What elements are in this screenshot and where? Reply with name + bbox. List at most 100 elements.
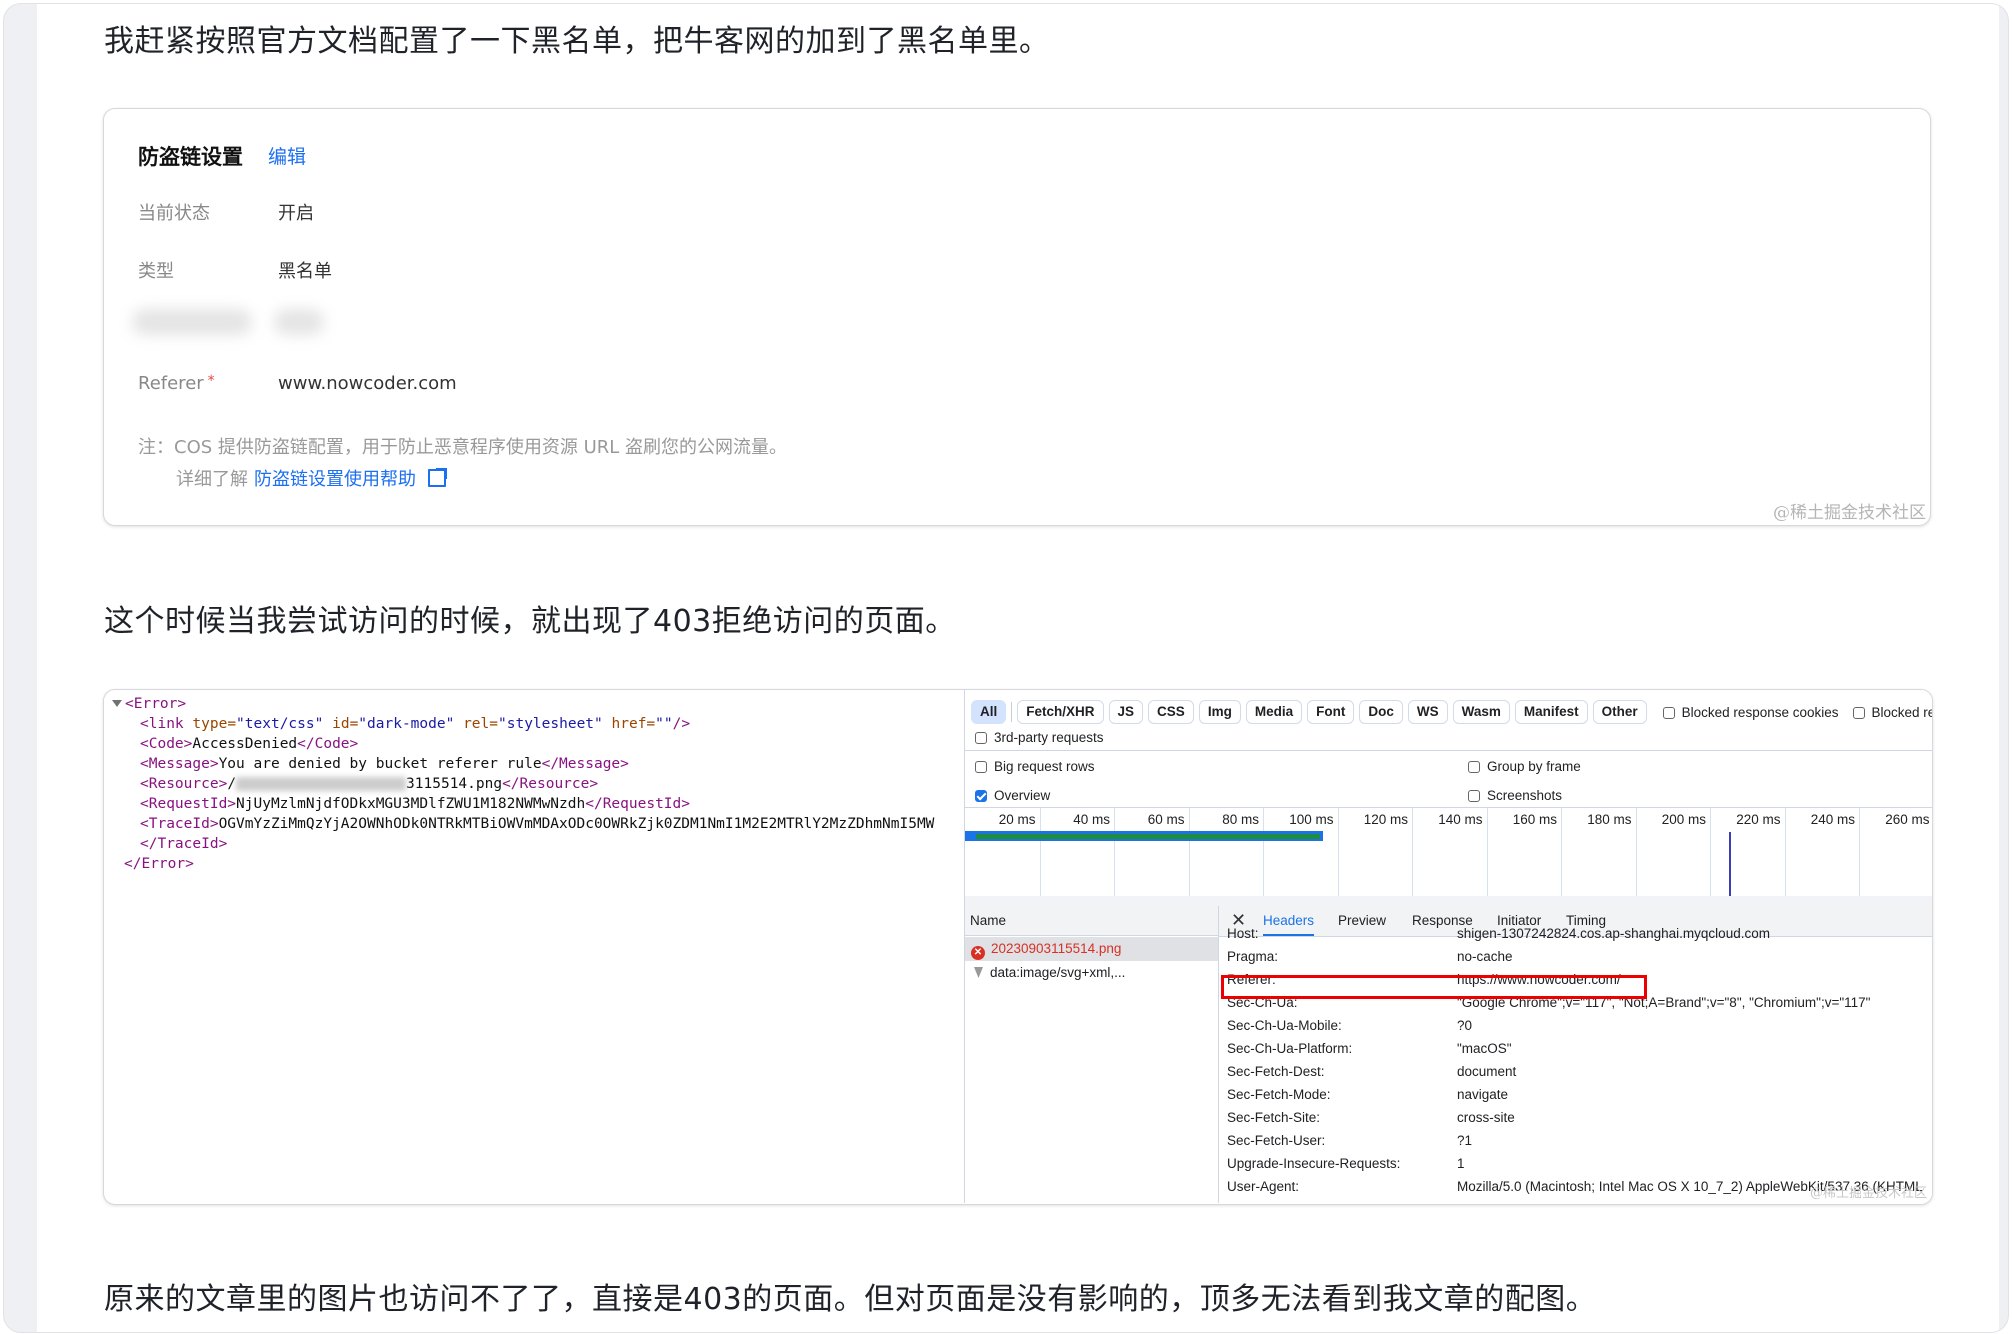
type-value: 黑名单 [278,261,332,282]
type-label: 类型 [138,261,174,282]
checkbox-checked-icon[interactable] [975,790,987,802]
filter-manifest[interactable]: Manifest [1514,700,1588,724]
timeline-overview[interactable]: 20 ms 40 ms 60 ms 80 ms 100 ms 120 ms 140 ms 16… [965,808,1932,896]
file-icon [974,967,983,978]
filter-js[interactable]: JS [1108,700,1144,724]
timeline-gridline [1114,808,1115,896]
referer-highlight-box [1221,975,1647,999]
timeline-gridline [1635,808,1637,896]
group-by-frame-checkbox[interactable]: Group by frame [1468,759,1581,774]
header-key: Sec-Fetch-User: [1227,1133,1326,1148]
timeline-tick-label: 140 ms [1438,812,1483,827]
overview-checkbox[interactable]: Overview [975,788,1050,803]
devtools-network-panel: All Fetch/XHR JS CSS Img Media Font Doc … [964,690,1932,1203]
paragraph-1: 我赶紧按照官方文档配置了一下黑名单，把牛客网的加到了黑名单里。 [104,24,1050,59]
header-key: Upgrade-Insecure-Requests: [1227,1156,1401,1171]
filter-font[interactable]: Font [1307,700,1355,724]
external-link-icon[interactable] [428,468,447,487]
timeline-gridline [1859,808,1860,896]
header-value: navigate [1457,1087,1509,1102]
timeline-gridline [1188,808,1190,896]
xml-link-line: <link type="text/css" id="dark-mode" rel… [140,716,691,732]
status-label: 当前状态 [138,203,210,224]
timeline-gridline [1412,808,1413,896]
required-mark: * [207,373,215,389]
header-value: cross-site [1457,1110,1515,1125]
timeline-tick-label: 100 ms [1289,812,1334,827]
filter-other[interactable]: Other [1592,700,1647,724]
timeline-tick-label: 20 ms [998,812,1036,827]
tab-headers[interactable]: Headers [1263,906,1315,936]
timeline-gridline [1710,808,1711,896]
error-icon: ✕ [971,946,985,960]
timeline-gridline [1486,808,1488,896]
header-value: 1 [1457,1156,1465,1171]
filter-separator [1011,702,1013,722]
blocked-requests-checkbox[interactable]: Blocked requests [1852,705,1932,720]
header-key: Sec-Ch-Ua-Mobile: [1227,1018,1342,1033]
filter-doc[interactable]: Doc [1359,700,1403,724]
referer-value: www.nowcoder.com [278,373,457,394]
blocked-cookies-checkbox[interactable]: Blocked response cookies [1662,705,1839,720]
xml-root-open: <Error> [112,694,186,714]
tab-preview[interactable]: Preview [1338,906,1386,936]
name-column-header[interactable]: Name [965,906,1218,936]
help-link[interactable]: 防盗链设置使用帮助 [254,469,416,490]
screenshots-checkbox[interactable]: Screenshots [1468,788,1562,803]
filter-ws[interactable]: WS [1407,700,1448,724]
checkbox-icon[interactable] [1852,706,1865,719]
xml-code-line: <Code>AccessDenied</Code> [140,736,359,752]
checkbox-icon[interactable] [975,732,987,744]
filter-css[interactable]: CSS [1148,700,1194,724]
xml-requestid-line: <RequestId>NjUyMzlmNjdfODkxMGU3MDlfZWU1M… [140,796,690,812]
third-party-checkbox[interactable]: 3rd-party requests [975,730,1104,745]
filter-wasm[interactable]: Wasm [1452,700,1510,724]
checkbox-icon[interactable] [975,761,987,773]
hotlink-settings-card: 防盗链设置 编辑 当前状态 开启 类型 黑名单 Referer * www.now… [103,108,1931,526]
timeline-tick-label: 220 ms [1736,812,1781,827]
big-rows-checkbox[interactable]: Big request rows [975,759,1095,774]
header-key: Host: [1227,926,1259,941]
filter-all[interactable]: All [971,700,1007,724]
header-key: Pragma: [1227,949,1279,964]
header-value: shigen-1307242824.cos.ap-shanghai.myqclo… [1457,926,1770,941]
timeline-gridline [1263,808,1264,896]
timeline-gridline [1039,808,1041,896]
timeline-tick-label: 80 ms [1222,812,1259,827]
request-row-error[interactable]: ✕ 20230903115514.png [965,937,1218,961]
filter-img[interactable]: Img [1198,700,1241,724]
xml-traceid-close: </TraceId> [140,836,228,852]
timeline-tick-label: 60 ms [1147,812,1185,827]
header-value: ?1 [1457,1133,1473,1148]
filter-fetch-xhr[interactable]: Fetch/XHR [1017,700,1104,724]
header-key: Sec-Ch-Ua-Platform: [1227,1041,1353,1056]
note-text: 注：COS 提供防盗链配置，用于防止恶意程序使用资源 URL 盗刷您的公网流量。 [138,437,788,458]
article-content: 我赶紧按照官方文档配置了一下黑名单，把牛客网的加到了黑名单里。 防盗链设置 编辑… [37,4,1999,1332]
watermark: @稀土掘金技术社区 [1809,1186,1927,1201]
timeline-tick-label: 200 ms [1661,812,1706,827]
xml-root-close: </Error> [124,856,194,872]
card-title: 防盗链设置 [138,145,243,169]
paragraph-3: 原来的文章里的图片也访问不了了，直接是403的页面。但对页面是没有影响的，顶多无… [104,1282,1597,1317]
xml-resource-line: <Resource>/3115514.png</Resource> [140,776,599,792]
dom-content-loaded-marker [1728,832,1731,896]
checkbox-icon[interactable] [1468,790,1480,802]
referer-label-text: Referer [138,373,204,394]
timeline-gridline [1337,808,1339,896]
edit-link[interactable]: 编辑 [268,142,306,169]
horizontal-scrollbar[interactable] [965,896,1932,906]
timeline-gridline [1784,808,1786,896]
checkbox-icon[interactable] [1468,761,1480,773]
blurred-value [274,309,324,335]
timeline-tick-label: 260 ms [1885,812,1930,827]
checkbox-icon[interactable] [1662,706,1675,719]
watermark: @稀土掘金技术社区 [1773,503,1926,523]
referer-label: Referer * [138,373,215,394]
request-detail-pane: ✕ Headers Preview Response Initiator Tim… [1219,906,1932,1203]
collapse-triangle-icon[interactable] [112,700,122,707]
filter-media[interactable]: Media [1245,700,1303,724]
request-list: Name ✕ 20230903115514.png data:image/svg+… [965,906,1219,1203]
page-frame: 我赶紧按照官方文档配置了一下黑名单，把牛客网的加到了黑名单里。 防盗链设置 编辑… [3,3,2009,1333]
status-value: 开启 [278,203,314,224]
request-row[interactable]: data:image/svg+xml,... [965,961,1218,985]
